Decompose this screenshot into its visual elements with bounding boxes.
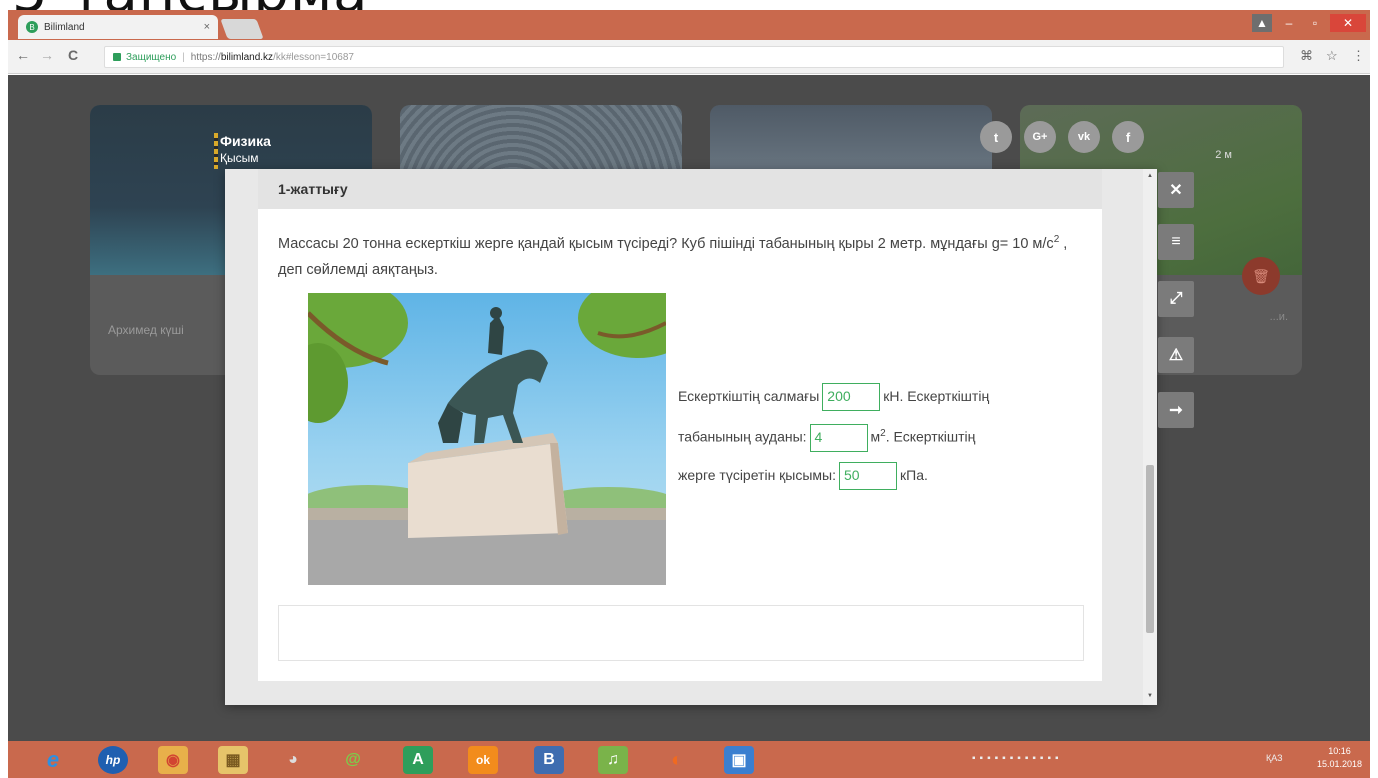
question-text: Массасы 20 тонна ескерткіш жерге қандай … bbox=[278, 235, 1054, 252]
answer-sentences: Ескерткіштің салмағы 200 кН. Ескерткіштің … bbox=[678, 377, 1098, 494]
browser-toolbar: ← → C Защищено | https:// bilimland.kz /… bbox=[8, 40, 1370, 74]
lock-icon bbox=[113, 53, 121, 61]
presentation-icon[interactable]: ▣ bbox=[724, 746, 754, 774]
language-indicator[interactable]: ҚАЗ bbox=[1266, 753, 1283, 763]
scroll-thumb[interactable] bbox=[1146, 465, 1154, 633]
menu-button[interactable]: ≡ bbox=[1158, 224, 1194, 260]
scroll-up-icon[interactable]: ▲ bbox=[1147, 173, 1153, 179]
url-path: /kk#lesson=10687 bbox=[273, 51, 354, 63]
clock-time: 10:16 bbox=[1328, 746, 1351, 756]
firefox-icon[interactable]: ◐ bbox=[662, 746, 692, 774]
bilimland-favicon-icon: B bbox=[26, 21, 38, 33]
weight-answer-input[interactable]: 200 bbox=[822, 383, 881, 412]
reload-button[interactable]: C bbox=[68, 47, 78, 63]
close-modal-button[interactable]: ✕ bbox=[1158, 172, 1194, 208]
card-dimension-label: 2 м bbox=[1215, 149, 1232, 161]
back-button[interactable]: ← bbox=[16, 47, 30, 63]
url-host: bilimland.kz bbox=[220, 51, 274, 63]
address-separator: | bbox=[182, 51, 185, 63]
odnoklassniki-icon[interactable]: ok bbox=[468, 746, 498, 774]
answer-text: кН. Ескерткіштің bbox=[883, 388, 990, 404]
screenshot-root: 5-тапсырма B Bilimland × ▲ – ▫ ✕ ← → C З… bbox=[0, 0, 1378, 778]
scroll-down-icon[interactable]: ▼ bbox=[1147, 693, 1153, 699]
maximize-button[interactable]: ▫ bbox=[1304, 14, 1326, 32]
windows-taskbar: e hp ◉ ▦ ◕ @ A ok B ♫ ◐ ▣ ▪▪▪▪▪▪▪▪▪▪▪▪ Қ… bbox=[8, 741, 1370, 778]
bookmark-star-icon[interactable]: ☆ bbox=[1326, 48, 1338, 64]
exercise-title: 1-жаттығу bbox=[258, 169, 1102, 209]
card-label: Архимед күші bbox=[108, 323, 184, 337]
trash-icon[interactable]: 🗑 bbox=[1242, 257, 1280, 295]
google-plus-icon[interactable]: G+ bbox=[1024, 121, 1056, 153]
answer-line-2: табанының ауданы: 4 м2. Ескерткіштің bbox=[678, 415, 1098, 456]
modal-scrollbar[interactable]: ▲ ▼ bbox=[1143, 169, 1157, 705]
answer-text: кПа. bbox=[900, 466, 928, 483]
browser-menu-icon[interactable]: ⋮ bbox=[1352, 48, 1365, 64]
tab-close-icon[interactable]: × bbox=[204, 21, 210, 33]
card-topic: Қысым bbox=[220, 151, 259, 165]
twitter-icon[interactable]: t bbox=[980, 121, 1012, 153]
browser-chrome: B Bilimland × ▲ – ▫ ✕ ← → C Защищено | h… bbox=[8, 10, 1370, 74]
card-trailing-label: ...и. bbox=[1269, 311, 1288, 323]
answer-text: . Ескерткіштің bbox=[885, 428, 976, 445]
app-a-icon[interactable]: A bbox=[403, 746, 433, 774]
monument-svg bbox=[308, 293, 666, 585]
exercise-content: 1-жаттығу Массасы 20 тонна ескерткіш жер… bbox=[258, 169, 1102, 681]
next-button[interactable]: ➞ bbox=[1158, 392, 1194, 428]
media-icon[interactable]: ◕ bbox=[278, 746, 308, 774]
facebook-icon[interactable]: f bbox=[1112, 121, 1144, 153]
hp-icon[interactable]: hp bbox=[98, 746, 128, 774]
minimize-button[interactable]: – bbox=[1278, 14, 1300, 32]
exercise-question: Массасы 20 тонна ескерткіш жерге қандай … bbox=[278, 227, 1088, 283]
vk-app-icon[interactable]: B bbox=[534, 746, 564, 774]
answer-line-1: Ескерткіштің салмағы 200 кН. Ескерткіштің bbox=[678, 377, 1098, 415]
translate-icon[interactable]: ⌘ bbox=[1300, 48, 1313, 64]
vk-icon[interactable]: vk bbox=[1068, 121, 1100, 153]
forward-button[interactable]: → bbox=[40, 47, 54, 63]
file-explorer-icon[interactable]: ▦ bbox=[218, 746, 248, 774]
answer-text: табанының ауданы: bbox=[678, 428, 807, 445]
report-warning-button[interactable]: ⚠ bbox=[1158, 337, 1194, 373]
answer-text: м bbox=[870, 428, 881, 445]
address-bar[interactable]: Защищено | https:// bilimland.kz /kk#les… bbox=[104, 46, 1284, 68]
expand-button[interactable]: ⤢ bbox=[1158, 281, 1194, 317]
feedback-area bbox=[278, 605, 1084, 661]
window-close-button[interactable]: ✕ bbox=[1330, 14, 1366, 32]
system-tray[interactable]: ▪▪▪▪▪▪▪▪▪▪▪▪ bbox=[972, 753, 1063, 764]
music-icon[interactable]: ♫ bbox=[598, 746, 628, 774]
mail-agent-icon[interactable]: @ bbox=[338, 746, 368, 774]
answer-text: жерге түсіретін қысымы: bbox=[678, 466, 837, 483]
url-prefix: https:// bbox=[190, 51, 221, 63]
system-clock[interactable]: 10:16 15.01.2018 bbox=[1317, 745, 1362, 771]
secure-label: Защищено bbox=[126, 51, 177, 63]
monument-illustration bbox=[308, 293, 666, 585]
answer-text: Ескерткіштің салмағы bbox=[678, 388, 820, 404]
answer-line-3: жерге түсіретін қысымы: 50 кПа. bbox=[678, 456, 1098, 494]
card-subject: Физика bbox=[220, 133, 271, 149]
tab-title: Bilimland bbox=[44, 21, 85, 33]
profile-icon[interactable]: ▲ bbox=[1252, 14, 1272, 32]
clock-date: 15.01.2018 bbox=[1316, 759, 1362, 769]
chrome-icon[interactable]: ◉ bbox=[158, 746, 188, 774]
pressure-answer-input[interactable]: 50 bbox=[839, 461, 898, 490]
new-tab-button[interactable] bbox=[220, 19, 264, 39]
ie-icon[interactable]: e bbox=[38, 746, 68, 774]
exercise-modal: ▲ ▼ 1-жаттығу Массасы 20 тонна ескерткіш… bbox=[225, 169, 1157, 705]
ruler-icon bbox=[214, 133, 218, 169]
browser-tab[interactable]: B Bilimland × bbox=[18, 15, 218, 39]
area-answer-input[interactable]: 4 bbox=[809, 423, 868, 452]
